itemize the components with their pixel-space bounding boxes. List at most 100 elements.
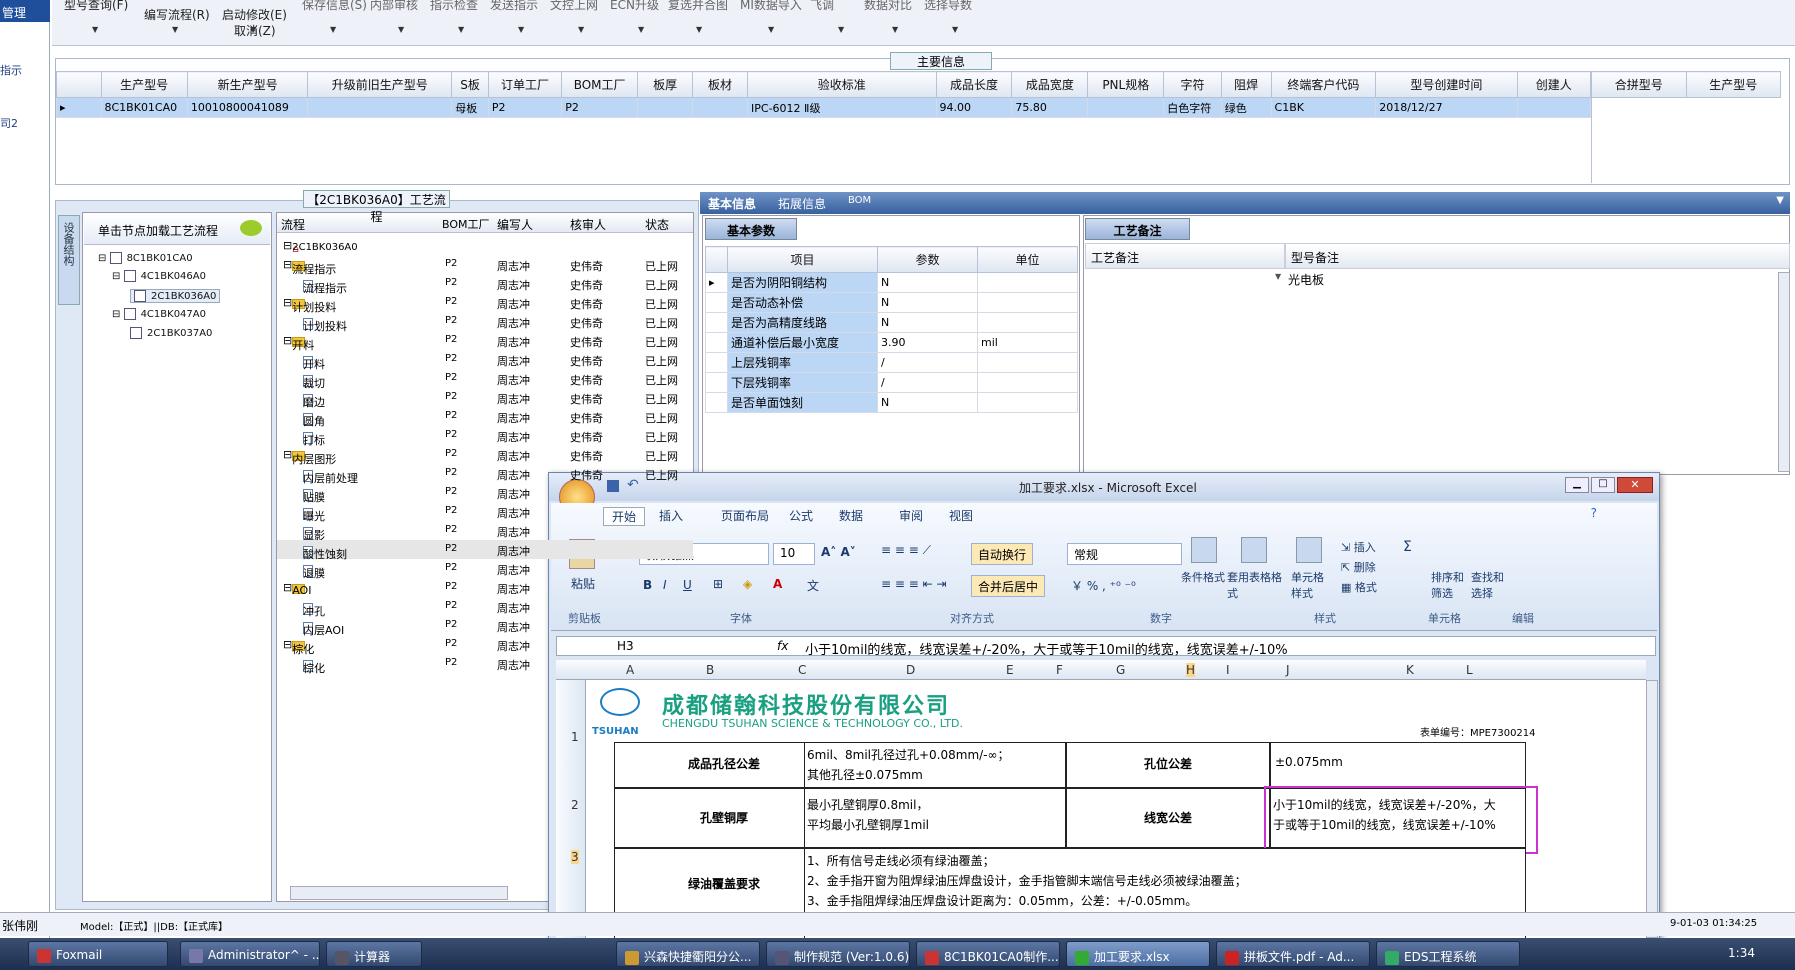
flow-row[interactable]: 磨边 P2 周志冲 史伟奇 已上网 <box>277 388 693 409</box>
cell-r3-label2[interactable]: 线宽公差 <box>1066 788 1270 848</box>
main-cell-13[interactable]: 绿色 <box>1220 97 1272 118</box>
toolbar-button-6[interactable]: 发送指示 <box>490 0 538 13</box>
flow-col-bom[interactable]: BOM工厂 <box>442 216 490 232</box>
chevron-down-icon[interactable]: ▼ <box>638 25 644 34</box>
flow-root[interactable]: ⊟ ⌂ 2C1BK036A0 <box>277 236 693 255</box>
param-value[interactable]: N <box>877 312 978 333</box>
main-cell-2[interactable] <box>307 97 453 118</box>
toolbar-button-2[interactable]: 启动修改(E) <box>222 6 287 23</box>
row-indicator[interactable]: ▸ <box>56 97 102 118</box>
main-header-4[interactable]: 订单工厂 <box>487 71 563 98</box>
help-icon[interactable]: ? <box>1591 506 1597 520</box>
taskbar-item-7[interactable]: 拼板文件.pdf - Ad... <box>1216 941 1370 967</box>
main-cell-7[interactable] <box>692 97 749 118</box>
border-icon[interactable]: ⊞ <box>713 577 723 591</box>
param-row[interactable]: 是否动态补偿 N <box>705 292 1078 313</box>
ribbon-tab-6[interactable]: 视图 <box>949 507 973 524</box>
flow-col-writer[interactable]: 编写人 <box>497 216 533 233</box>
tree-node-3[interactable]: ⊟ 4C1BK047A0 <box>112 308 206 320</box>
taskbar-item-6[interactable]: 加工要求.xlsx <box>1066 941 1210 967</box>
chat-bubble-icon[interactable] <box>240 220 262 236</box>
close-button[interactable]: ✕ <box>1617 477 1653 493</box>
chevron-down-icon[interactable]: ▼ <box>1275 272 1281 281</box>
flow-row[interactable]: 流程指示 P2 周志冲 史伟奇 已上网 <box>277 274 693 295</box>
currency-icon[interactable]: ￥ % , ⁺⁰ ⁻⁰ <box>1071 577 1136 594</box>
table-format-icon[interactable] <box>1241 537 1267 563</box>
flow-row[interactable]: 打标 P2 周志冲 史伟奇 已上网 <box>277 426 693 447</box>
chevron-down-icon[interactable]: ▼ <box>952 25 958 34</box>
number-format-select[interactable]: 常规 <box>1067 543 1182 565</box>
main-header-5[interactable]: BOM工厂 <box>561 71 639 98</box>
main-header-7[interactable]: 板材 <box>692 71 749 98</box>
param-value[interactable]: N <box>877 292 978 313</box>
formula-input[interactable]: 小于10mil的线宽，线宽误差+/-20%，大于或等于10mil的线宽，线宽误差… <box>805 639 1288 658</box>
param-row[interactable]: ▸ 是否为阴阳铜结构 N <box>705 272 1078 293</box>
column-header-K[interactable]: K <box>1406 663 1414 677</box>
flow-row[interactable]: 酸性蚀刻 P2 周志冲 <box>277 540 693 561</box>
chevron-down-icon[interactable]: ▼ <box>578 25 584 34</box>
cell-r2-value2[interactable]: ±0.075mm <box>1270 742 1526 788</box>
chevron-down-icon[interactable]: ▼ <box>330 25 336 34</box>
param-value[interactable]: / <box>877 352 978 373</box>
taskbar-item-4[interactable]: 制作规范 (Ver:1.0.6) <box>766 941 910 967</box>
table-format-button[interactable]: 套用表格格式 <box>1227 569 1287 601</box>
toolbar-button-11[interactable]: 飞调 <box>810 0 834 13</box>
toolbar-button-9[interactable]: 复选并合图 <box>668 0 728 13</box>
main-cell-9[interactable]: 94.00 <box>935 97 1013 118</box>
flow-row[interactable]: ⊟ 内层图形 P2 周志冲 史伟奇 已上网 <box>277 445 693 466</box>
note-scrollbar[interactable] <box>1778 272 1790 472</box>
main-header-6[interactable]: 板厚 <box>637 71 694 98</box>
nav-item-instruction[interactable]: 指示 <box>0 62 22 78</box>
flow-col-checker[interactable]: 核审人 <box>570 216 606 233</box>
flow-row[interactable]: ⊟ 棕化 P2 周志冲 <box>277 635 693 656</box>
main-header-1[interactable]: 新生产型号 <box>186 71 309 98</box>
main-cell-10[interactable]: 75.80 <box>1011 97 1089 118</box>
main-cell-15[interactable]: 2018/12/27 <box>1375 97 1518 118</box>
taskbar-item-2[interactable]: 计算器 <box>326 941 422 967</box>
main-cell-3[interactable]: 母板 <box>451 97 489 118</box>
main-header-13[interactable]: 阻焊 <box>1220 71 1272 98</box>
maximize-button[interactable]: □ <box>1591 477 1615 493</box>
merge-model-header[interactable]: 合拼型号 <box>1591 71 1687 98</box>
main-header-8[interactable]: 验收标准 <box>747 71 937 98</box>
row-header-2[interactable]: 2 <box>571 798 579 812</box>
param-header-unit[interactable]: 单位 <box>977 246 1078 273</box>
tree-node-4[interactable]: 2C1BK037A0 <box>130 327 212 339</box>
column-header-I[interactable]: I <box>1226 663 1230 677</box>
chevron-down-icon[interactable]: ▼ <box>696 25 702 34</box>
main-header-16[interactable]: 创建人 <box>1516 71 1592 98</box>
param-header-value[interactable]: 参数 <box>877 246 978 273</box>
chevron-down-icon[interactable]: ▼ <box>458 25 464 34</box>
tab-basic-info[interactable]: 基本信息 <box>708 195 756 212</box>
tab-process-note[interactable]: 工艺备注 <box>1085 218 1190 240</box>
align-top-icon[interactable]: ≡ ≡ ≡ ⟋ <box>881 543 931 558</box>
main-header-3[interactable]: S板 <box>451 71 489 98</box>
merge-center-button[interactable]: 合并后居中 <box>971 575 1046 597</box>
main-cell-16[interactable] <box>1516 97 1592 118</box>
param-row[interactable]: 通道补偿后最小宽度 3.90 mil <box>705 332 1078 353</box>
model-note-value[interactable]: 光电板 <box>1288 271 1324 288</box>
taskbar-item-3[interactable]: 兴森快捷衢阳分公... <box>616 941 760 967</box>
flow-row[interactable]: 内层AOI P2 周志冲 <box>277 616 693 637</box>
tree-node-1[interactable]: ⊟ 4C1BK046A0 <box>112 270 206 282</box>
column-header-H[interactable]: H <box>1186 663 1196 677</box>
row-header-1[interactable]: 1 <box>571 730 579 744</box>
flow-row[interactable]: 内层前处理 P2 周志冲 史伟奇 已上网 <box>277 464 693 485</box>
flow-row[interactable]: 退膜 P2 周志冲 <box>277 559 693 580</box>
param-row[interactable]: 是否为高精度线路 N <box>705 312 1078 333</box>
main-cell-12[interactable]: 白色字符 <box>1163 97 1222 118</box>
param-value[interactable]: 3.90 <box>877 332 978 353</box>
chevron-down-icon[interactable]: ▼ <box>250 25 256 34</box>
wrap-text-button[interactable]: 自动换行 <box>971 543 1034 565</box>
main-header-9[interactable]: 成品长度 <box>935 71 1013 98</box>
main-header-12[interactable]: 字符 <box>1163 71 1222 98</box>
toolbar-button-1[interactable]: 编写流程(R) <box>144 6 210 23</box>
toolbar-button-10[interactable]: MI数据导入 <box>740 0 802 13</box>
cell-style-button[interactable]: 单元格样式 <box>1291 569 1331 601</box>
cell-style-icon[interactable] <box>1296 537 1322 563</box>
fx-icon[interactable]: fx <box>777 639 788 653</box>
flow-col-status[interactable]: 状态 <box>645 216 669 233</box>
toolbar-button-4[interactable]: 内部审核 <box>370 0 418 13</box>
chevron-down-icon[interactable]: ▼ <box>398 25 404 34</box>
flow-row[interactable]: ⊟ 计划投料 P2 周志冲 史伟奇 已上网 <box>277 293 693 314</box>
